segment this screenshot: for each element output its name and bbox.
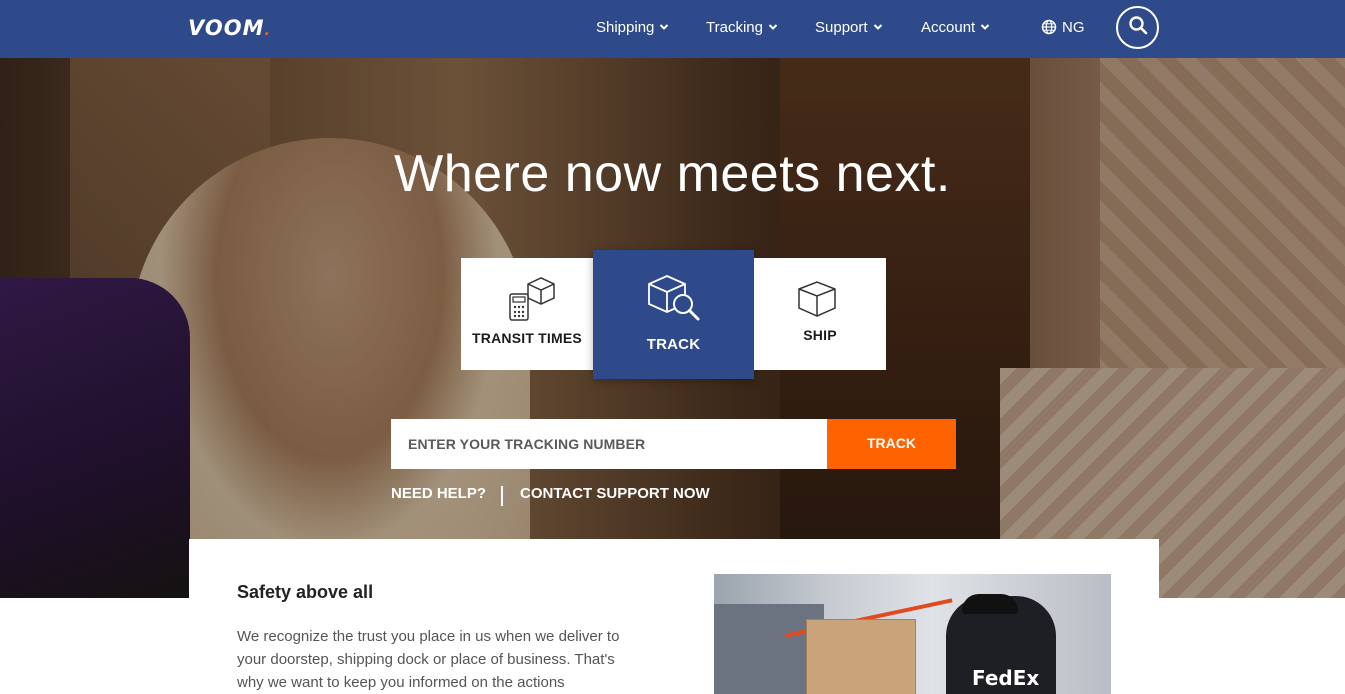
safety-section: Safety above all We recognize the trust … bbox=[189, 539, 1159, 694]
tracking-number-input[interactable] bbox=[391, 419, 827, 469]
chevron-down-icon bbox=[873, 22, 883, 32]
photo-worker-cap bbox=[962, 594, 1018, 614]
help-divider bbox=[501, 486, 503, 506]
box-icon bbox=[797, 280, 837, 323]
section-title: Safety above all bbox=[237, 582, 374, 602]
track-card[interactable]: TRACK bbox=[593, 250, 754, 379]
photo-brand-logo: FedEx bbox=[972, 666, 1040, 690]
need-help-text: NEED HELP? bbox=[391, 485, 487, 502]
nav-tracking-label: Tracking bbox=[706, 18, 763, 36]
nav-support[interactable]: Support bbox=[815, 17, 883, 37]
track-submit-button[interactable]: TRACK bbox=[827, 419, 956, 469]
ship-label: SHIP bbox=[803, 327, 837, 343]
chevron-down-icon bbox=[768, 22, 778, 32]
courier-photo: FedEx bbox=[714, 574, 1111, 694]
hero-headline: Where now meets next. bbox=[394, 145, 951, 203]
nav-tracking[interactable]: Tracking bbox=[706, 17, 778, 37]
ship-card[interactable]: SHIP bbox=[754, 258, 886, 370]
globe-icon bbox=[1041, 19, 1057, 35]
search-icon bbox=[1128, 15, 1148, 40]
site-header: VOOM. Shipping Tracking Support Account … bbox=[0, 0, 1345, 58]
transit-times-card[interactable]: TRANSIT TIMES bbox=[461, 258, 593, 370]
hero-banner: Where now meets next. TRANSIT TIMES TRAC… bbox=[0, 58, 1345, 598]
photo-package bbox=[806, 619, 916, 694]
locale-label: NG bbox=[1062, 18, 1085, 36]
nav-shipping-label: Shipping bbox=[596, 18, 655, 36]
transit-times-label: TRANSIT TIMES bbox=[472, 330, 582, 346]
locale-selector[interactable]: NG bbox=[1041, 17, 1085, 37]
logo[interactable]: VOOM. bbox=[188, 16, 271, 42]
calculator-box-icon bbox=[508, 276, 556, 327]
section-body: We recognize the trust you place in us w… bbox=[237, 628, 620, 691]
nav-shipping[interactable]: Shipping bbox=[596, 17, 669, 37]
nav-account[interactable]: Account bbox=[921, 17, 990, 37]
track-label: TRACK bbox=[646, 336, 701, 353]
chevron-down-icon bbox=[659, 22, 669, 32]
search-button[interactable] bbox=[1116, 6, 1159, 49]
nav-account-label: Account bbox=[921, 18, 976, 36]
contact-support-link[interactable]: CONTACT SUPPORT NOW bbox=[520, 485, 710, 502]
logo-text: VOOM bbox=[188, 16, 265, 40]
box-magnifier-icon bbox=[647, 274, 701, 327]
nav-support-label: Support bbox=[815, 18, 868, 36]
chevron-down-icon bbox=[980, 22, 990, 32]
